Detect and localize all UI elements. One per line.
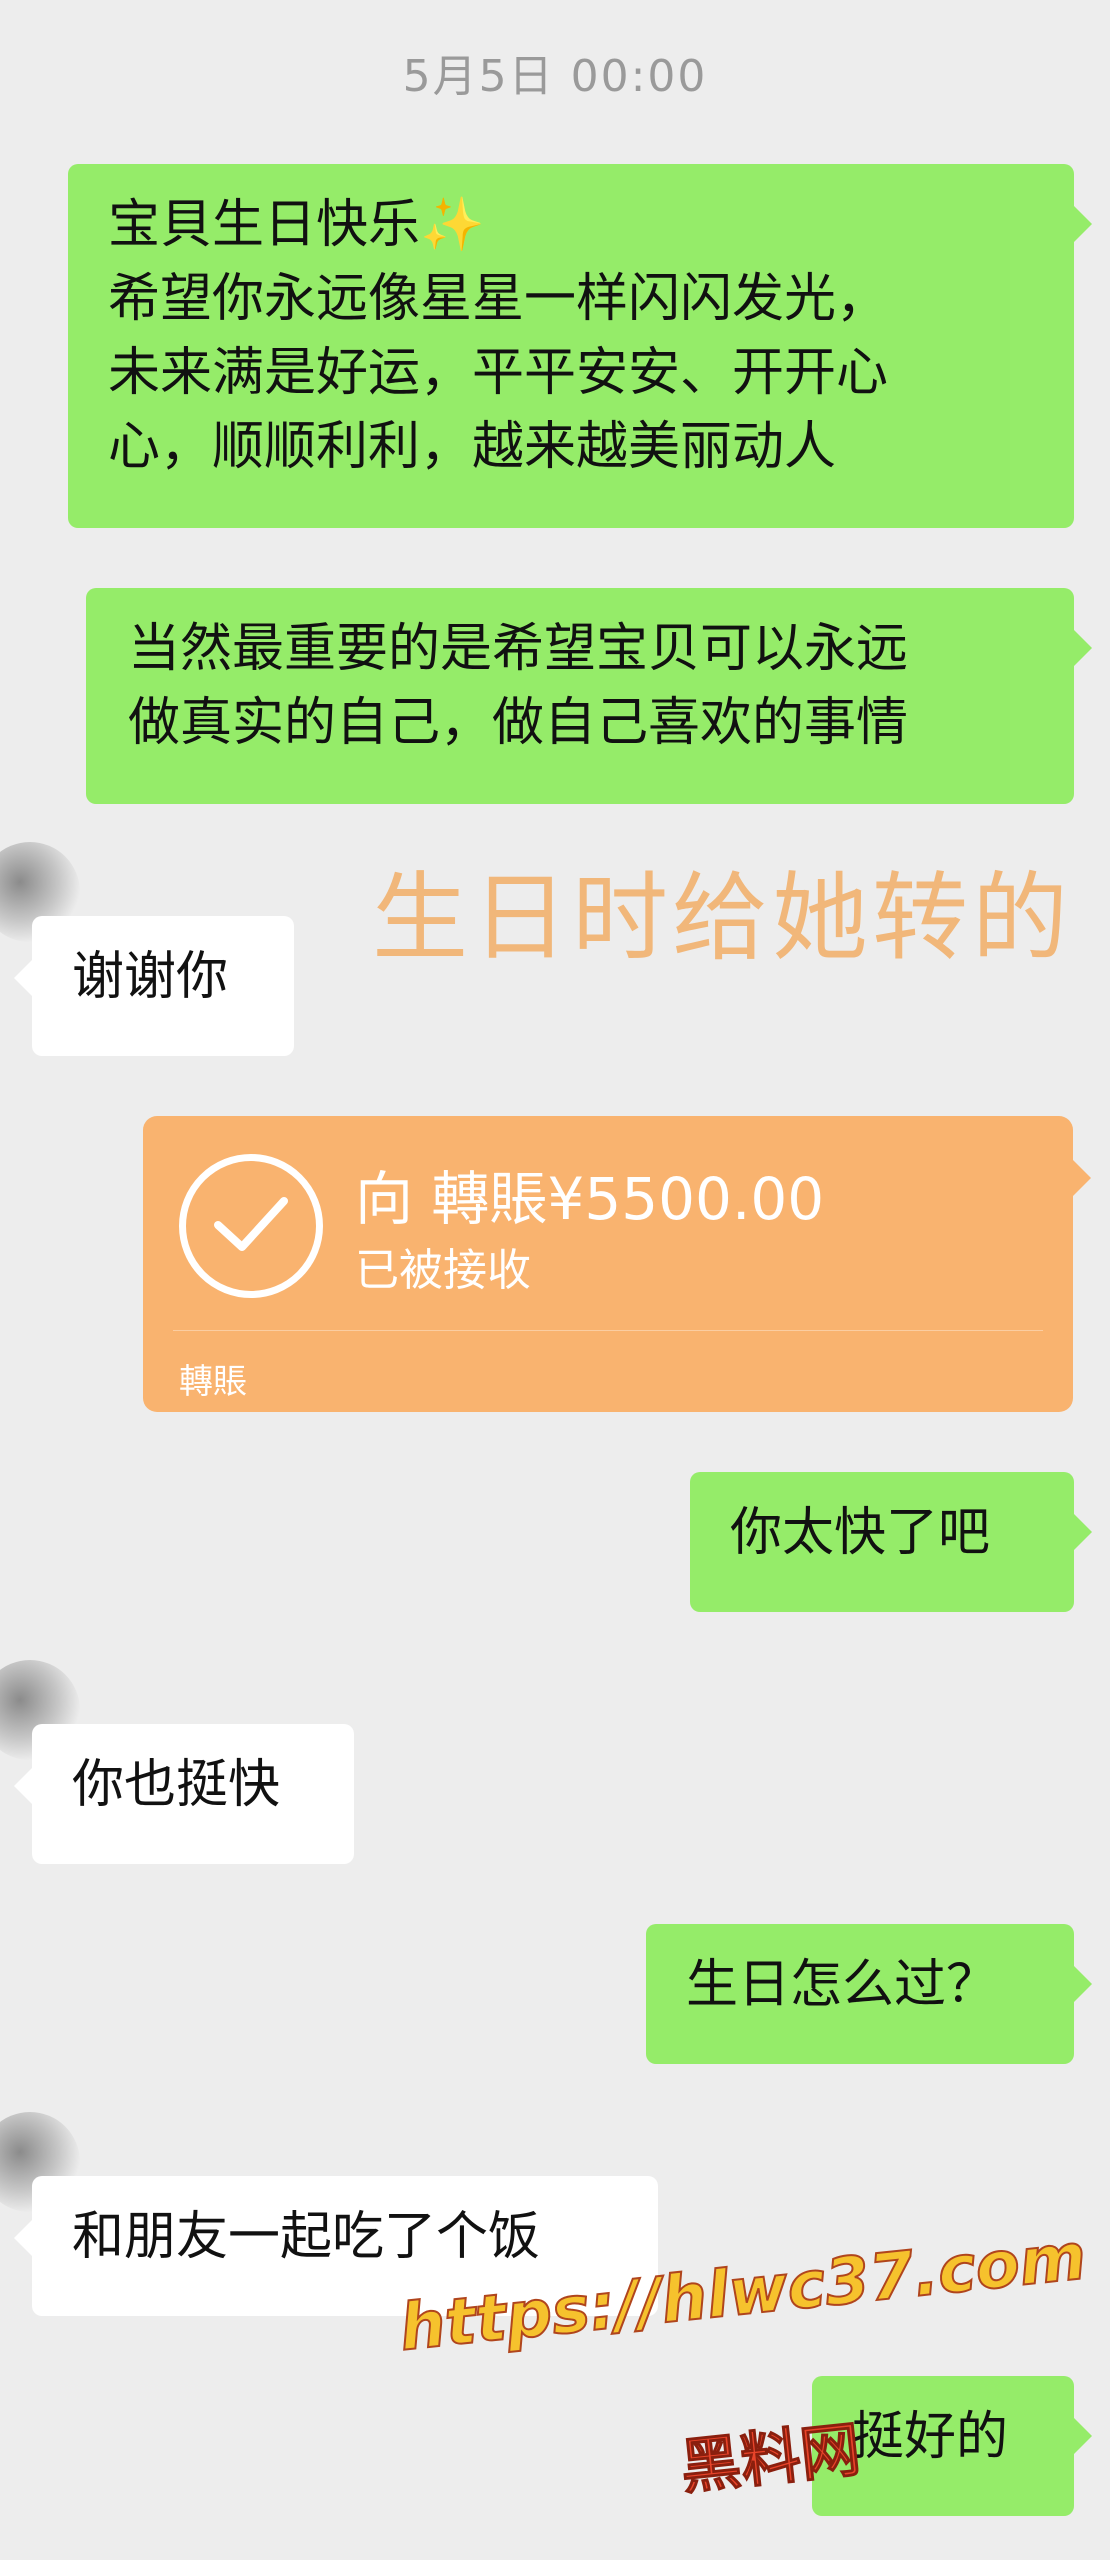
message-bubble-incoming[interactable]: 你也挺快 <box>14 1724 354 1864</box>
transfer-divider <box>173 1330 1043 1331</box>
message-bubble-outgoing[interactable]: 宝貝生日快乐✨ 希望你永远像星星一样闪闪发光， 未来满是好运，平平安安、开开心 … <box>68 164 1092 528</box>
message-bubble-outgoing[interactable]: 你太快了吧 <box>690 1472 1092 1612</box>
overlay-caption: 生日时给她转的 <box>372 862 1072 974</box>
message-bubble-outgoing[interactable]: 当然最重要的是希望宝贝可以永远 做真实的自己，做自己喜欢的事情 <box>86 588 1092 804</box>
transfer-card[interactable]: 向 轉賬¥5500.00 已被接收 轉賬 <box>143 1116 1091 1412</box>
transfer-amount: 向 轉賬¥5500.00 <box>355 1165 825 1233</box>
message-bubble-outgoing[interactable]: 生日怎么过？ <box>646 1924 1092 2064</box>
transfer-footer-label: 轉賬 <box>179 1362 247 1402</box>
message-bubble-incoming[interactable]: 谢谢你 <box>14 916 294 1056</box>
chat-timestamp: 5月5日 00:00 <box>402 51 708 102</box>
transfer-status: 已被接收 <box>355 1245 531 1296</box>
check-circle-icon <box>179 1154 323 1298</box>
